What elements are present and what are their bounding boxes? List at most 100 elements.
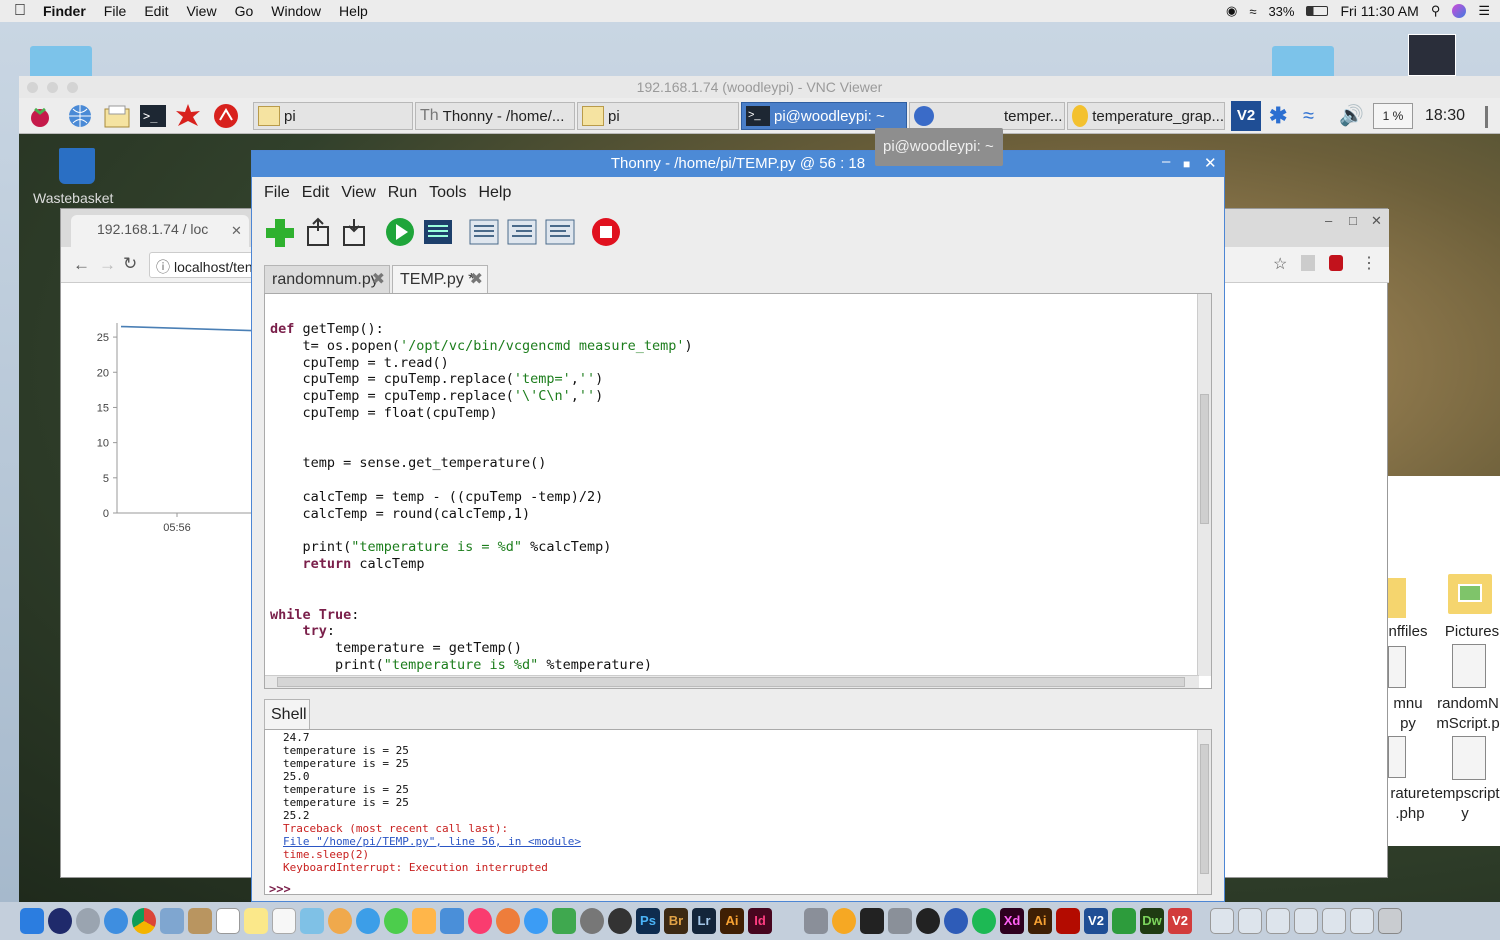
vnc-server-icon[interactable]: V2 <box>1231 101 1261 131</box>
camera-icon[interactable] <box>608 908 632 934</box>
minimized-window[interactable] <box>1322 908 1346 934</box>
step-over-icon[interactable] <box>468 217 500 247</box>
menu-view[interactable]: View <box>177 3 225 19</box>
pen-icon[interactable] <box>888 908 912 934</box>
indesign-icon[interactable]: Id <box>748 908 772 934</box>
shell-scrollbar[interactable] <box>1197 730 1211 894</box>
debug-icon[interactable] <box>422 217 454 247</box>
keynote-icon[interactable] <box>440 908 464 934</box>
menu-window[interactable]: Window <box>262 3 330 19</box>
tab-close-icon[interactable]: ✕ <box>231 223 242 239</box>
task-pi-folder-2[interactable]: pi <box>577 102 739 130</box>
vnc-icon-2[interactable]: V2 <box>1168 908 1192 934</box>
wifi-icon[interactable]: ≈ <box>1303 103 1329 129</box>
ublock-icon[interactable] <box>1329 255 1343 271</box>
menu-view[interactable]: View <box>335 184 381 202</box>
menu-edit[interactable]: Edit <box>135 3 177 19</box>
tab-temp[interactable]: TEMP.py * ✖ <box>392 265 488 295</box>
stop-icon[interactable] <box>590 217 622 247</box>
close-icon[interactable]: ✕ <box>1371 213 1382 229</box>
terminal-icon[interactable]: >_ <box>139 103 166 129</box>
apple-icon[interactable]:  <box>0 2 34 20</box>
calendar-icon[interactable] <box>216 908 240 934</box>
siri-icon[interactable] <box>48 908 72 934</box>
code-editor[interactable]: def getTemp(): t= os.popen('/opt/vc/bin/… <box>264 293 1212 689</box>
menu-file[interactable]: File <box>95 3 136 19</box>
maximize-icon[interactable]: □ <box>1349 213 1357 228</box>
notes-icon[interactable] <box>244 908 268 934</box>
document-icon[interactable] <box>1388 736 1406 778</box>
wolfram-icon[interactable] <box>213 103 239 129</box>
notification-center-icon[interactable]: ☰ <box>1478 3 1490 19</box>
minimized-window[interactable] <box>1266 908 1290 934</box>
file-label[interactable]: tempscript y <box>1430 784 1500 824</box>
task-pi-folder[interactable]: pi <box>253 102 413 130</box>
step-into-icon[interactable] <box>506 217 538 247</box>
maximize-icon[interactable]: ■ <box>1183 151 1190 177</box>
tab-close-icon[interactable]: ✖ <box>470 266 483 294</box>
creative-cloud-icon[interactable]: ◉ <box>1226 3 1237 19</box>
lightroom-icon[interactable]: Lr <box>692 908 716 934</box>
task-terminal[interactable]: >_ pi@woodleypi: ~ <box>741 102 907 130</box>
browser-globe-icon[interactable] <box>67 103 93 129</box>
menu-file[interactable]: File <box>258 184 296 202</box>
document-icon[interactable] <box>1452 736 1486 780</box>
minimize-button[interactable] <box>47 82 58 93</box>
browser-tab[interactable]: 192.168.1.74 / loc <box>71 215 249 247</box>
save-file-icon[interactable] <box>338 217 370 247</box>
file-label[interactable]: nffiles <box>1388 622 1428 642</box>
reload-icon[interactable]: ↻ <box>123 254 137 274</box>
bookmark-star-icon[interactable]: ☆ <box>1273 254 1287 274</box>
scrollbar-thumb[interactable] <box>1200 394 1209 524</box>
zoom-button[interactable] <box>67 82 78 93</box>
app-icon[interactable] <box>832 908 856 934</box>
raspberry-menu-icon[interactable] <box>27 103 53 129</box>
acrobat-icon[interactable] <box>1056 908 1080 934</box>
photos-icon[interactable] <box>328 908 352 934</box>
recycle-icon[interactable] <box>1112 908 1136 934</box>
finder-icon[interactable] <box>20 908 44 934</box>
minimize-icon[interactable]: – <box>1325 213 1332 228</box>
volume-icon[interactable]: 🔊 <box>1339 103 1365 129</box>
battery-percent[interactable]: 33% <box>1268 4 1294 19</box>
close-icon[interactable]: ✕ <box>1204 151 1217 177</box>
illustrator-icon[interactable]: Ai <box>720 908 744 934</box>
network-icon[interactable] <box>944 908 968 934</box>
app-store-icon[interactable] <box>524 908 548 934</box>
scrollbar-thumb[interactable] <box>277 677 1185 687</box>
new-file-icon[interactable] <box>264 217 296 247</box>
task-temper[interactable]: temper... <box>909 102 1065 130</box>
siri-icon[interactable] <box>1452 4 1467 18</box>
system-preferences-icon[interactable] <box>580 908 604 934</box>
tab-close-icon[interactable]: ✖ <box>372 266 385 294</box>
trash-icon[interactable] <box>1378 908 1402 934</box>
reminders-icon[interactable] <box>272 908 296 934</box>
bridge-icon[interactable]: Br <box>664 908 688 934</box>
illustrator-icon-2[interactable]: Ai <box>1028 908 1052 934</box>
close-button[interactable] <box>27 82 38 93</box>
ring-icon[interactable] <box>916 908 940 934</box>
scrollbar-thumb[interactable] <box>1200 744 1209 874</box>
file-label[interactable]: mnu py <box>1388 694 1428 734</box>
task-thonny[interactable]: Th Thonny - /home/... <box>415 102 575 130</box>
open-file-icon[interactable] <box>302 217 334 247</box>
minimized-window[interactable] <box>1350 908 1374 934</box>
spotify-icon[interactable] <box>972 908 996 934</box>
file-label[interactable]: Pictures <box>1444 622 1500 642</box>
shell-panel[interactable]: 24.7 temperature is = 25 temperature is … <box>264 729 1212 895</box>
wifi-icon[interactable]: ≈ <box>1249 4 1256 19</box>
chrome-icon[interactable] <box>132 908 156 934</box>
menu-app-name[interactable]: Finder <box>34 3 95 19</box>
minimized-window[interactable] <box>1238 908 1262 934</box>
menu-run[interactable]: Run <box>382 184 423 202</box>
folder-icon[interactable] <box>1388 578 1406 618</box>
task-temperature-graph[interactable]: temperature_grap... <box>1067 102 1225 130</box>
wastebasket-icon[interactable] <box>59 148 95 184</box>
horizontal-scrollbar[interactable] <box>265 675 1199 688</box>
contacts-icon[interactable] <box>188 908 212 934</box>
bluetooth-icon[interactable]: ✱ <box>1269 103 1295 129</box>
ibooks-icon[interactable] <box>496 908 520 934</box>
minimize-icon[interactable]: – <box>1162 149 1170 175</box>
vnc-viewer-icon[interactable]: V2 <box>1084 908 1108 934</box>
run-icon[interactable] <box>384 217 416 247</box>
